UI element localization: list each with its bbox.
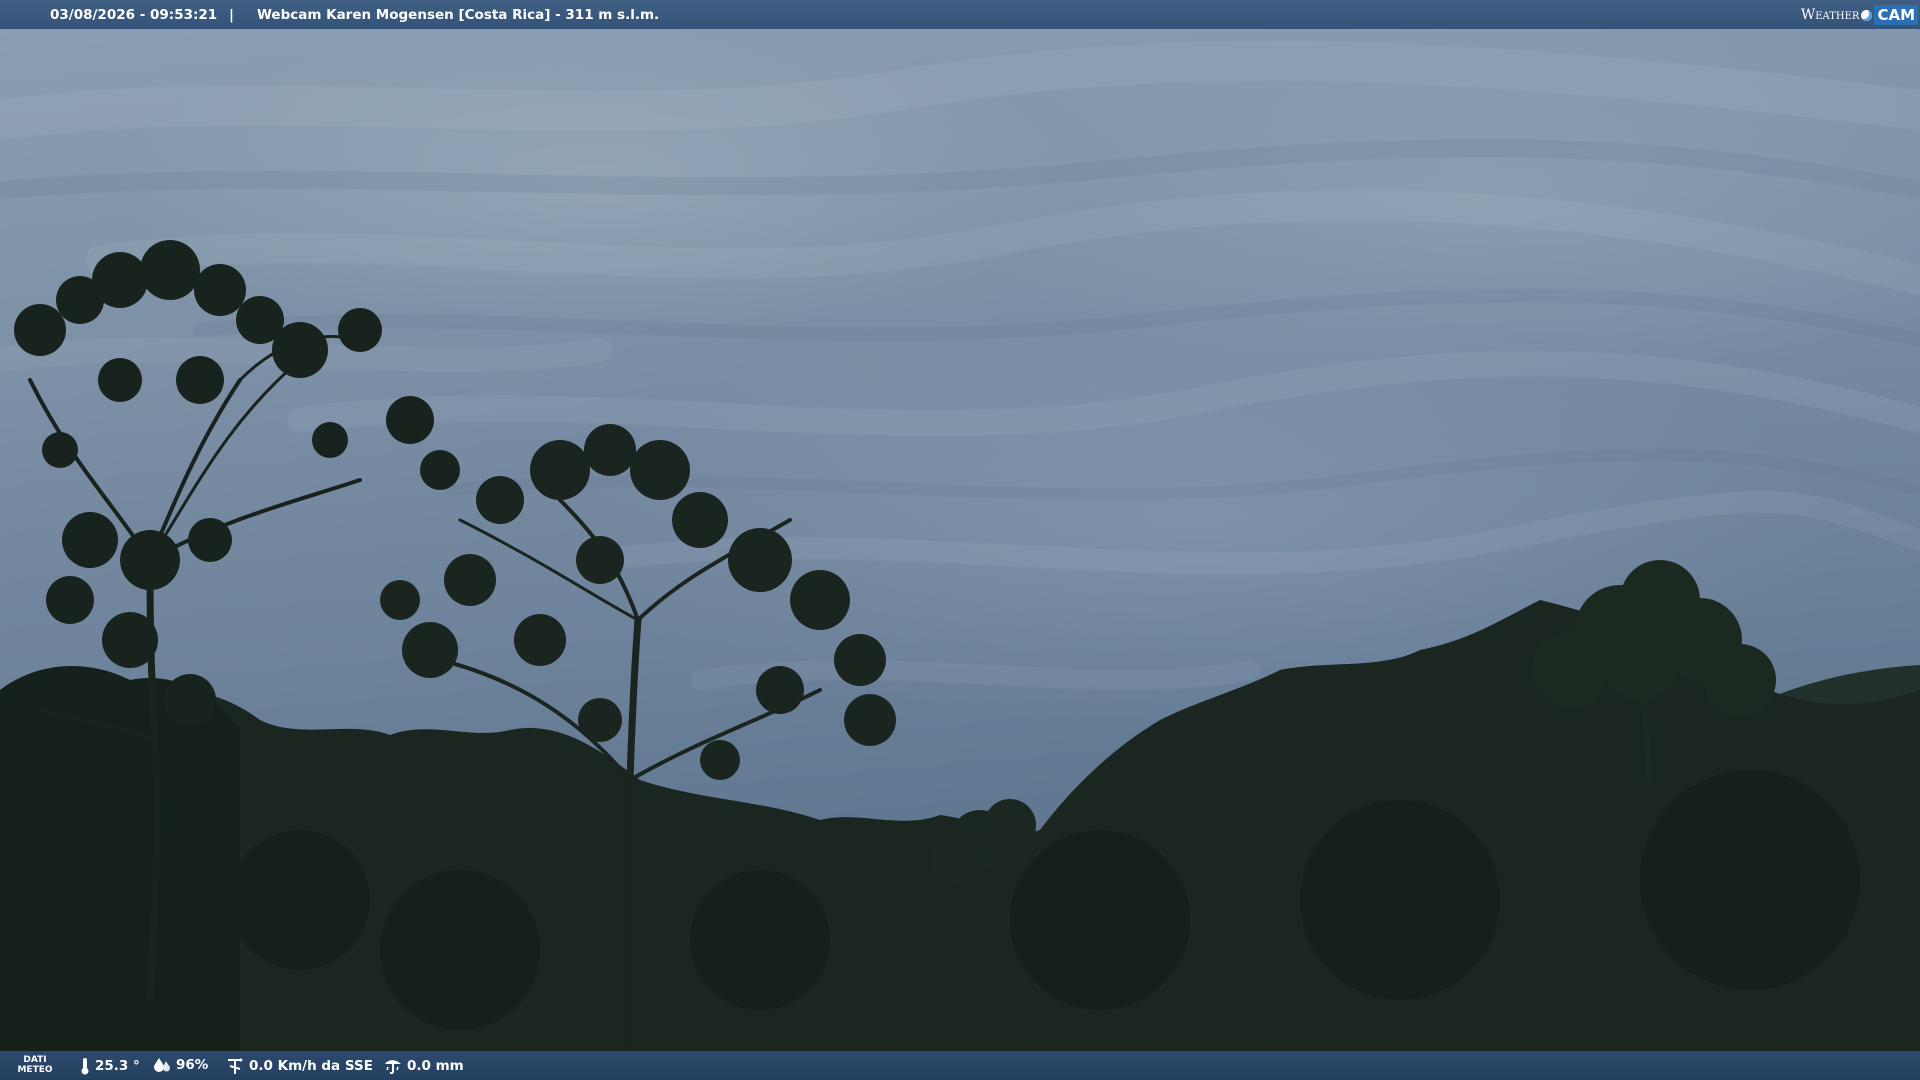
rain-readout: 0.0 mm: [384, 1057, 464, 1075]
dati-label: DATI: [23, 1055, 47, 1065]
logo-weather-text: Weather: [1800, 7, 1860, 23]
logo-cam-text: CAM: [1874, 5, 1918, 25]
wind-readout: 0.0 Km/h da SSE: [226, 1057, 373, 1075]
humidity-icon: [154, 1058, 170, 1072]
meteo-label: METEO: [17, 1065, 53, 1075]
temperature-readout: 25.3 °: [80, 1057, 140, 1075]
temperature-value: 25.3 °: [95, 1058, 140, 1074]
humidity-value: 96%: [176, 1057, 209, 1073]
left-tall-tree-leaves: [14, 240, 460, 726]
weather-data-bar: DATI METEO 25.3 ° 96% 0.0 Km/h da SSE 0.…: [0, 1051, 1920, 1080]
top-info-bar: 03/08/2026 - 09:53:21 | Webcam Karen Mog…: [0, 0, 1920, 29]
forest-silhouette: [0, 240, 1920, 1080]
humidity-readout: 96%: [153, 1057, 208, 1073]
rain-gauge-icon: [385, 1060, 401, 1074]
camera-title: Webcam Karen Mogensen [Costa Rica] - 311…: [257, 7, 660, 23]
right-tree: [1532, 560, 1776, 716]
weathercam-logo: Weather CAM: [1801, 3, 1918, 27]
wind-value: 0.0 Km/h da SSE: [249, 1058, 373, 1074]
timestamp: 03/08/2026 - 09:53:21: [50, 7, 218, 23]
thermometer-icon: [81, 1058, 89, 1075]
dati-meteo-label: DATI METEO: [14, 1055, 56, 1075]
rain-value: 0.0 mm: [407, 1058, 464, 1074]
separator: |: [229, 7, 234, 23]
wind-icon: [228, 1058, 243, 1074]
logo-dot-icon: [1861, 9, 1873, 21]
webcam-frame: 03/08/2026 - 09:53:21 | Webcam Karen Mog…: [0, 0, 1920, 1080]
